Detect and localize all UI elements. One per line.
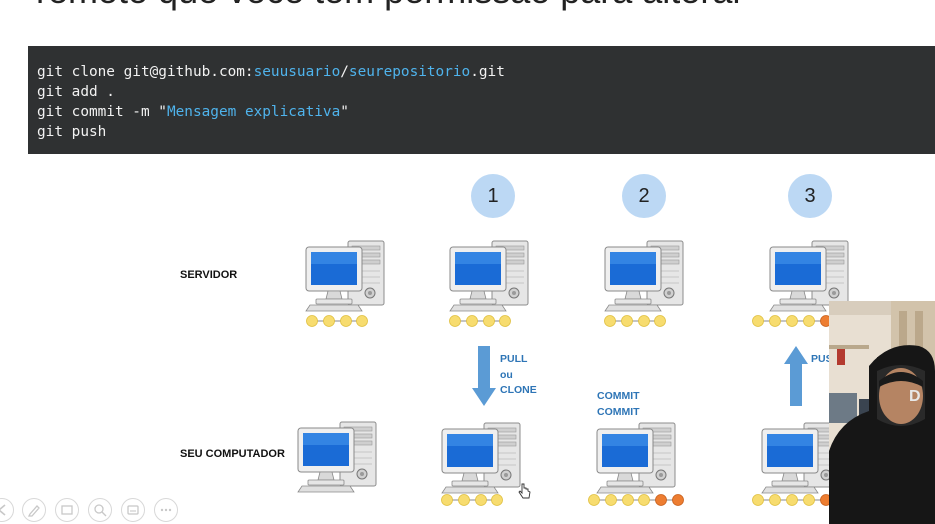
commit-dot — [441, 494, 453, 506]
pull-clone-label: PULL ou CLONE — [500, 353, 537, 396]
commit-dot — [475, 494, 487, 506]
commit-dot — [769, 315, 781, 327]
subtitles-icon — [127, 505, 139, 515]
presentation-toolbar — [0, 496, 190, 524]
mouse-cursor-icon — [518, 483, 531, 499]
commit-dot — [491, 494, 503, 506]
all-slides-button[interactable] — [55, 498, 79, 522]
commit-dot — [458, 494, 470, 506]
pen-icon — [27, 505, 40, 517]
presenter-video: D — [829, 301, 935, 524]
commit-dot — [356, 315, 368, 327]
code-line-3: git commit -m "Mensagem explicativa" — [37, 104, 349, 120]
commit-dot — [786, 315, 798, 327]
commit-dot — [340, 315, 352, 327]
commit-chain — [449, 315, 511, 327]
commit-dot — [621, 315, 633, 327]
commit-dot — [449, 315, 461, 327]
arrow-left-icon — [0, 504, 6, 516]
step-badge-2: 2 — [622, 174, 666, 218]
commit-dot — [803, 315, 815, 327]
zoom-icon — [94, 504, 107, 517]
commit-dot — [605, 494, 617, 506]
commit-dot — [752, 315, 764, 327]
previous-slide-button[interactable] — [0, 498, 14, 522]
push-arrow-icon — [784, 346, 808, 406]
server-row-label: SERVIDOR — [180, 269, 238, 281]
svg-text:D: D — [909, 388, 921, 405]
code-line-1: git clone git@github.com:seuusuario/seur… — [37, 64, 505, 80]
code-line-4: git push — [37, 124, 107, 140]
commit-dot — [786, 494, 798, 506]
local-computer-icon — [595, 421, 677, 495]
commit-chain — [588, 494, 684, 506]
step-badge-1: 1 — [471, 174, 515, 218]
subtitles-button[interactable] — [121, 498, 145, 522]
commit-dot — [654, 315, 666, 327]
commit-label: COMMIT COMMIT — [597, 390, 640, 418]
code-block: git clone git@github.com:seuusuario/seur… — [28, 46, 935, 154]
commit-dot — [483, 315, 495, 327]
more-options-button[interactable] — [154, 498, 178, 522]
more-icon — [160, 508, 172, 512]
commit-dot — [306, 315, 318, 327]
commit-dot — [752, 494, 764, 506]
code-line-2: git add . — [37, 84, 115, 100]
slide-heading: remoto que você tem permissão para alter… — [36, 0, 744, 12]
pen-tool-button[interactable] — [22, 498, 46, 522]
commit-chain — [604, 315, 666, 327]
commit-dot — [769, 494, 781, 506]
local-row-label: SEU COMPUTADOR — [180, 448, 285, 460]
commit-dot — [638, 315, 650, 327]
server-computer-icon — [448, 239, 530, 313]
pull-arrow-icon — [472, 346, 496, 406]
server-computer-icon — [603, 239, 685, 313]
slides-icon — [61, 505, 73, 515]
local-computer-icon — [296, 420, 378, 494]
code-username: seuusuario — [253, 64, 341, 80]
code-repository: seurepositorio — [348, 64, 471, 80]
commit-dot-new — [655, 494, 667, 506]
commit-dot — [638, 494, 650, 506]
commit-chain — [752, 494, 831, 506]
commit-dot — [803, 494, 815, 506]
commit-dot-new — [672, 494, 684, 506]
commit-dot — [466, 315, 478, 327]
commit-chain — [752, 315, 832, 327]
commit-dot — [499, 315, 511, 327]
server-computer-icon — [304, 239, 386, 313]
code-text: git clone git@github.com:seuusuario/seur… — [37, 62, 505, 142]
code-commit-message: Mensagem explicativa — [166, 104, 341, 120]
local-computer-icon — [440, 421, 522, 495]
commit-dot — [588, 494, 600, 506]
commit-chain — [441, 494, 503, 506]
step-badge-3: 3 — [788, 174, 832, 218]
commit-dot — [622, 494, 634, 506]
commit-chain — [306, 315, 368, 327]
commit-dot — [323, 315, 335, 327]
commit-dot — [604, 315, 616, 327]
zoom-button[interactable] — [88, 498, 112, 522]
webcam-overlay: D — [829, 301, 935, 524]
